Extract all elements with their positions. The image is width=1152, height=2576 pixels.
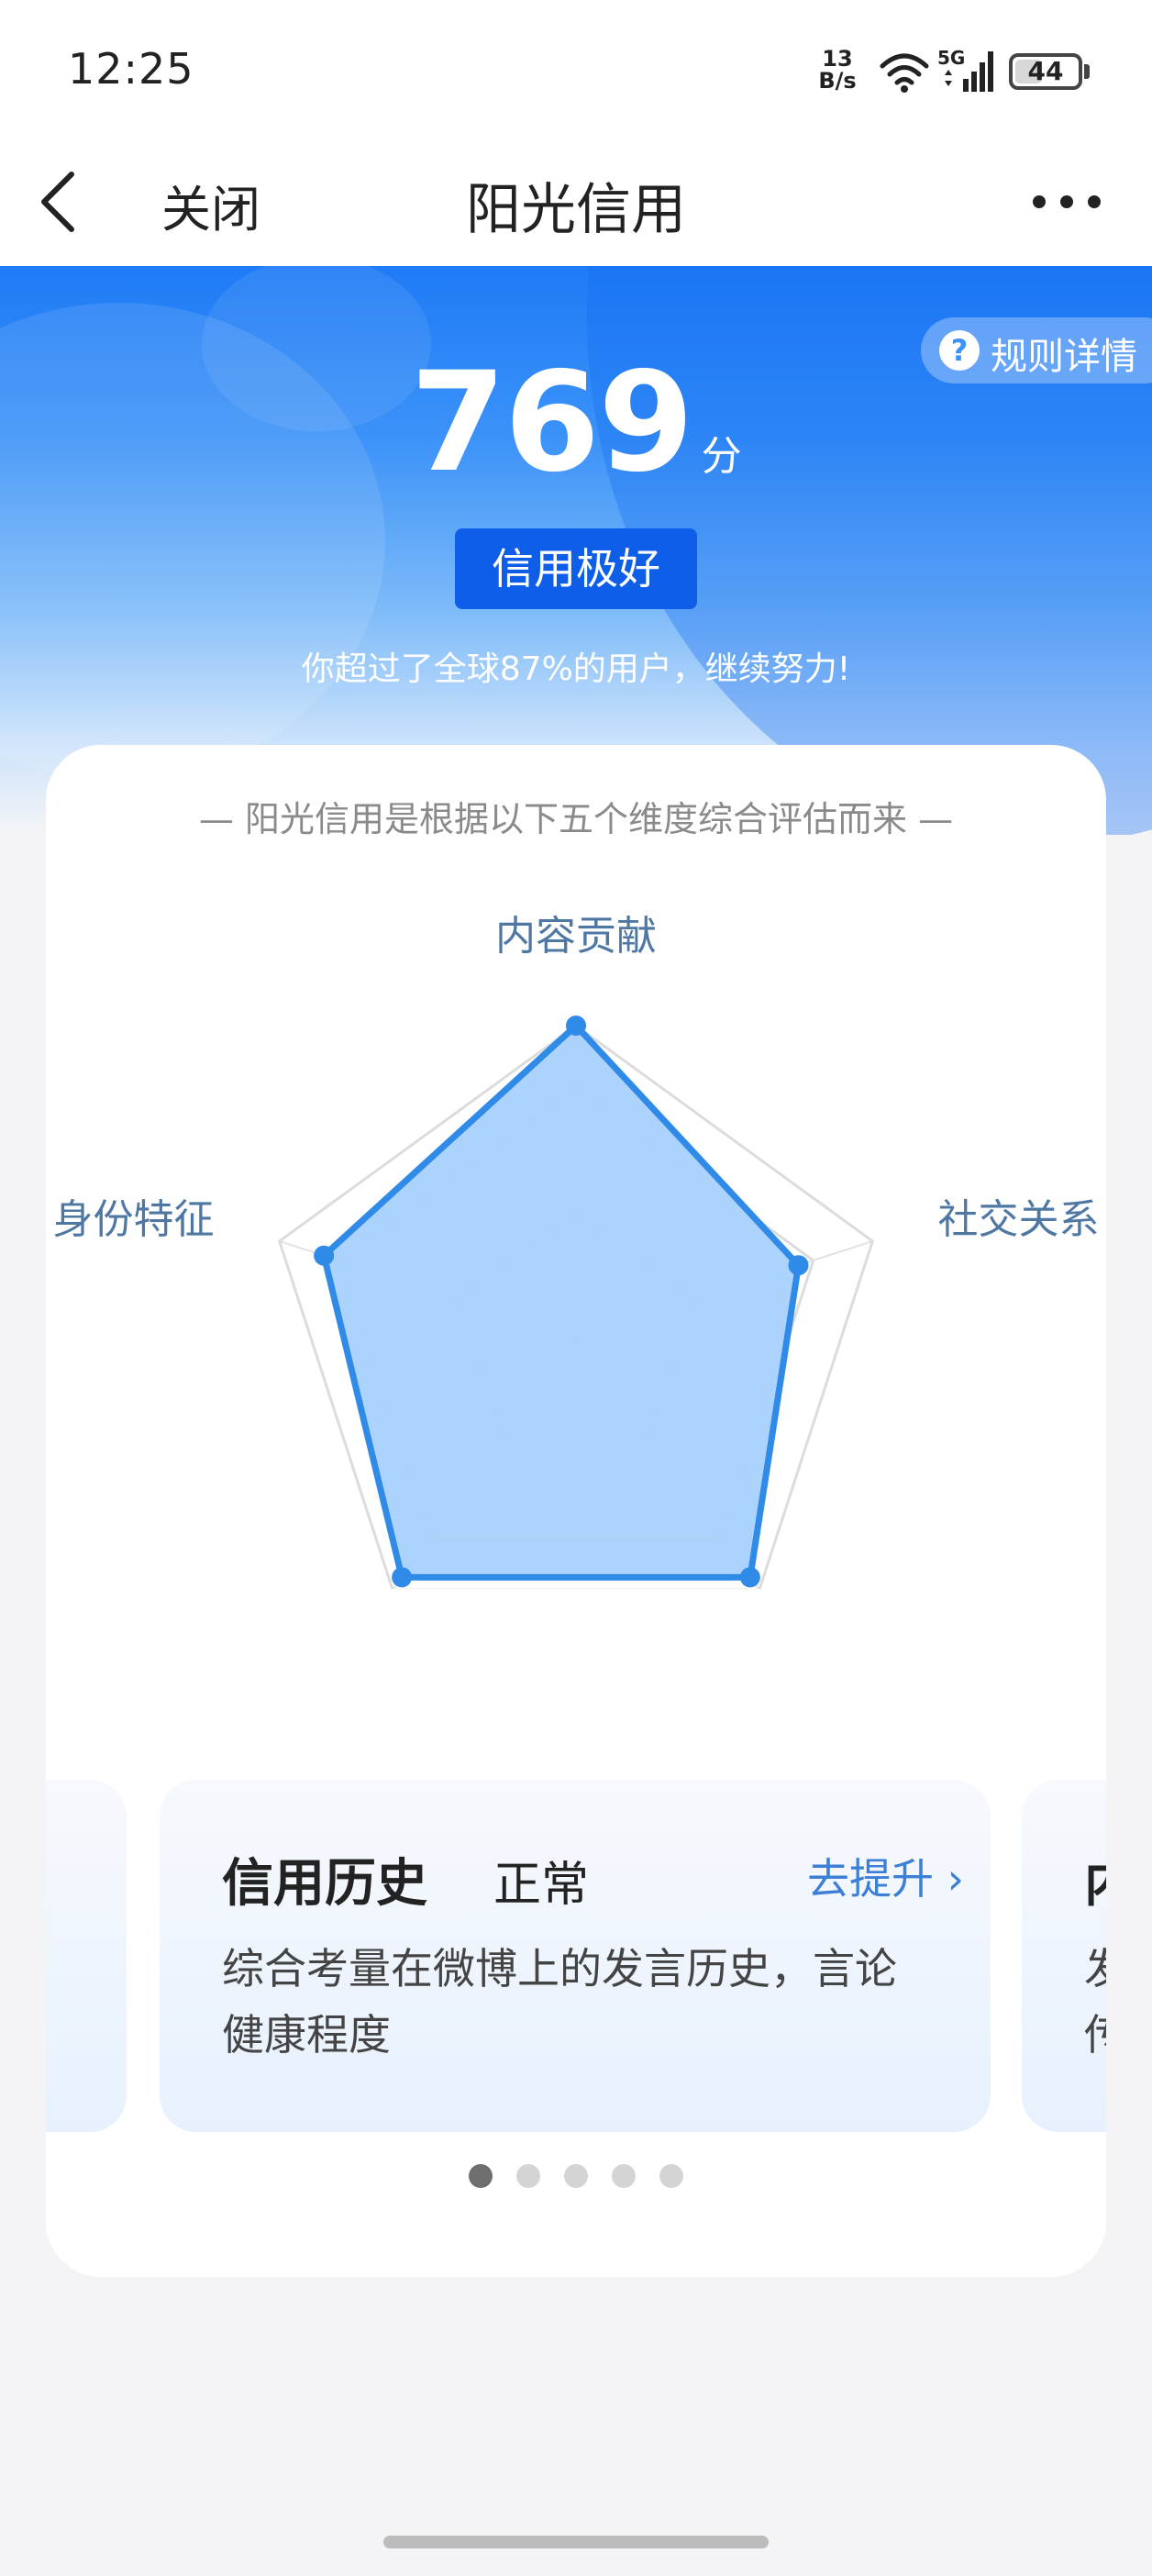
- improve-link[interactable]: 去提升 ›: [807, 1846, 964, 1906]
- peek-line: 传: [1084, 2010, 1106, 2060]
- pagination-dot[interactable]: [659, 2164, 683, 2188]
- network-speed-value: 13: [822, 46, 853, 72]
- cellular-signal-icon: 5G: [937, 48, 993, 92]
- network-speed-unit: B/s: [818, 68, 857, 94]
- radar-data-area: [320, 1022, 803, 1581]
- radar-chart: 内容贡献社交关系信用历史消费偏好身份特征: [53, 913, 1099, 1589]
- detail-status: 正常: [493, 1858, 590, 1913]
- status-time: 12:25: [68, 44, 194, 94]
- pagination-dot[interactable]: [516, 2164, 540, 2188]
- detail-card-active[interactable]: 信用历史 正常 去提升 › 综合考量在微博上的发言历史，言论健康程度: [160, 1780, 991, 2132]
- network-speed: 13 B/s: [816, 48, 858, 92]
- chevron-right-icon: ›: [947, 1854, 965, 1904]
- radar-point-2: [788, 1255, 809, 1276]
- status-bar: 12:25 13 B/s 5G 44: [0, 0, 1152, 138]
- more-options-icon[interactable]: [1025, 182, 1108, 222]
- pagination-dot[interactable]: [612, 2164, 636, 2188]
- battery-icon: 44: [1009, 53, 1082, 90]
- home-indicator[interactable]: [383, 2536, 769, 2548]
- credit-score: 769 分: [0, 354, 1152, 492]
- card-subtitle: — 阳光信用是根据以下五个维度综合评估而来 —: [198, 799, 954, 839]
- detail-description: 综合考量在微博上的发言历史，言论健康程度: [222, 1944, 897, 2060]
- radar-point-4: [392, 1567, 413, 1588]
- radar-point-3: [739, 1567, 760, 1588]
- peek-title: 内: [1084, 1842, 1106, 1916]
- pagination-dot[interactable]: [564, 2164, 588, 2188]
- detail-title: 信用历史: [222, 1854, 427, 1914]
- peek-line: 发: [1084, 1944, 1106, 1993]
- credit-level-badge: 信用极好: [455, 528, 697, 609]
- detail-card-next[interactable]: 内 发 传: [1022, 1780, 1106, 2132]
- pagination-dot[interactable]: [469, 2164, 493, 2188]
- radar-label-1: 内容贡献: [495, 913, 657, 960]
- radar-label-2: 社交关系: [937, 1196, 1099, 1243]
- score-value: 769: [410, 343, 693, 503]
- pagination-dots: [46, 2164, 1106, 2192]
- radar-label-5: 身份特征: [53, 1196, 215, 1243]
- radar-point-5: [314, 1245, 335, 1266]
- credit-dimensions-card: — 阳光信用是根据以下五个维度综合评估而来 — 内容贡献社交关系信用历史消费偏好…: [46, 745, 1106, 2277]
- radar-point-1: [566, 1016, 586, 1036]
- wifi-icon: [880, 53, 929, 93]
- score-unit: 分: [701, 433, 742, 480]
- page-title: 阳光信用: [466, 178, 686, 242]
- detail-card-previous[interactable]: [46, 1780, 127, 2132]
- battery-nub: [1084, 64, 1090, 79]
- rank-text: 你超过了全球87%的用户，继续努力!: [301, 650, 851, 688]
- battery-level: 44: [1027, 56, 1064, 86]
- improve-link-label: 去提升: [807, 1854, 934, 1904]
- nav-bar: 关闭 阳光信用: [0, 138, 1152, 266]
- signal-label: 5G: [937, 48, 965, 69]
